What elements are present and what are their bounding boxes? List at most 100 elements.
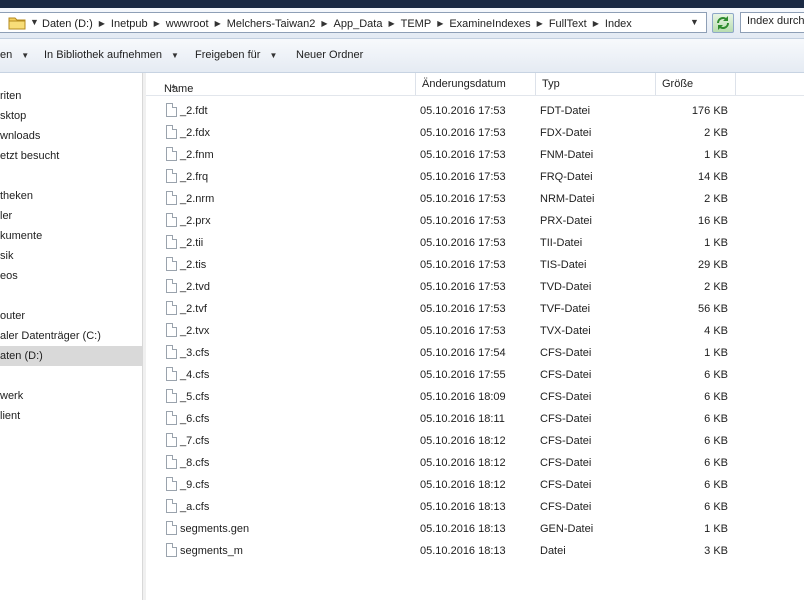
breadcrumb-separator-arrow-icon[interactable]: ▶ (593, 19, 599, 28)
breadcrumb-item[interactable]: Daten (D:) (42, 18, 93, 30)
nav-item[interactable]: eos (0, 266, 142, 286)
file-date: 05.10.2016 18:12 (420, 457, 506, 469)
file-row[interactable]: _8.cfs 05.10.2016 18:12 CFS-Datei 6 KB (146, 453, 804, 475)
column-header-name[interactable]: Name ▲ (152, 73, 416, 95)
file-icon (166, 455, 177, 469)
breadcrumb-item[interactable]: Melchers-Taiwan2 (227, 18, 316, 30)
breadcrumb-item[interactable]: App_Data (334, 18, 383, 30)
breadcrumb-item[interactable]: Index (605, 18, 632, 30)
new-folder-button[interactable]: Neuer Ordner (296, 49, 363, 61)
breadcrumb-item[interactable]: TEMP (401, 18, 432, 30)
file-row[interactable]: _2.nrm 05.10.2016 17:53 NRM-Datei 2 KB (146, 189, 804, 211)
file-icon (166, 169, 177, 183)
breadcrumb-separator-arrow-icon[interactable]: ▶ (437, 19, 443, 28)
nav-item[interactable]: sktop (0, 106, 142, 126)
file-date: 05.10.2016 17:53 (420, 303, 506, 315)
nav-item[interactable]: riten (0, 86, 142, 106)
refresh-icon (717, 16, 729, 30)
file-type: FNM-Datei (540, 149, 594, 161)
file-row[interactable]: _3.cfs 05.10.2016 17:54 CFS-Datei 1 KB (146, 343, 804, 365)
navigation-pane: riten sktop wnloads etzt besucht theken ler ku… (0, 73, 143, 600)
breadcrumb-separator-arrow-icon[interactable]: ▶ (321, 19, 327, 28)
refresh-button[interactable] (712, 13, 734, 33)
organize-button[interactable]: en ▼ (0, 49, 29, 61)
file-row[interactable]: _2.fdt 05.10.2016 17:53 FDT-Datei 176 KB (146, 101, 804, 123)
file-row[interactable]: _2.tvd 05.10.2016 17:53 TVD-Datei 2 KB (146, 277, 804, 299)
nav-item-label: aler Datenträger (C:) (0, 330, 101, 342)
file-row[interactable]: segments.gen 05.10.2016 18:13 GEN-Datei 1 K… (146, 519, 804, 541)
file-name: _2.tvf (180, 303, 207, 315)
breadcrumb-separator-arrow-icon[interactable]: ▶ (215, 19, 221, 28)
nav-item[interactable]: theken (0, 186, 142, 206)
column-header-date[interactable]: Änderungsdatum (416, 73, 536, 95)
breadcrumb-separator-arrow-icon[interactable]: ▶ (537, 19, 543, 28)
file-row[interactable]: _4.cfs 05.10.2016 17:55 CFS-Datei 6 KB (146, 365, 804, 387)
nav-item[interactable]: wnloads (0, 126, 142, 146)
file-date: 05.10.2016 17:53 (420, 105, 506, 117)
file-size: 4 KB (704, 325, 728, 337)
file-name: _a.cfs (180, 501, 210, 513)
nav-item[interactable]: etzt besucht (0, 146, 142, 166)
file-row[interactable]: _6.cfs 05.10.2016 18:11 CFS-Datei 6 KB (146, 409, 804, 431)
share-with-button[interactable]: Freigeben für ▼ (195, 49, 277, 61)
file-row[interactable]: _5.cfs 05.10.2016 18:09 CFS-Datei 6 KB (146, 387, 804, 409)
window-top-strip (0, 0, 804, 8)
file-row[interactable]: _2.fnm 05.10.2016 17:53 FNM-Datei 1 KB (146, 145, 804, 167)
breadcrumb-item[interactable]: ExamineIndexes (449, 18, 530, 30)
nav-item[interactable]: sik (0, 246, 142, 266)
file-row[interactable]: _2.fdx 05.10.2016 17:53 FDX-Datei 2 KB (146, 123, 804, 145)
nav-item[interactable]: kumente (0, 226, 142, 246)
nav-item[interactable]: aten (D:) (0, 346, 142, 366)
address-field[interactable]: ▼ Daten (D:) ▶ Inetpub ▶ wwwroot ▶ Melchers-Ta… (0, 12, 707, 33)
file-row[interactable]: _2.tvx 05.10.2016 17:53 TVX-Datei 4 KB (146, 321, 804, 343)
file-name: _2.fdx (180, 127, 210, 139)
file-type: TII-Datei (540, 237, 583, 249)
file-type: TVF-Datei (540, 303, 591, 315)
search-input[interactable]: Index durchsuchen (740, 12, 804, 33)
breadcrumb-item[interactable]: Inetpub (111, 18, 148, 30)
file-type: CFS-Datei (540, 413, 592, 425)
file-icon (166, 477, 177, 491)
file-size: 6 KB (704, 369, 728, 381)
file-type: CFS-Datei (540, 369, 592, 381)
file-name: _2.prx (180, 215, 211, 227)
breadcrumb-separator-arrow-icon[interactable]: ▶ (99, 19, 105, 28)
file-row[interactable]: _7.cfs 05.10.2016 18:12 CFS-Datei 6 KB (146, 431, 804, 453)
breadcrumb-separator-arrow-icon[interactable]: ▶ (388, 19, 394, 28)
file-name: _2.tii (180, 237, 204, 249)
file-row[interactable]: _a.cfs 05.10.2016 18:13 CFS-Datei 6 KB (146, 497, 804, 519)
file-type: TVD-Datei (540, 281, 592, 293)
nav-item[interactable]: aler Datenträger (C:) (0, 326, 142, 346)
include-in-library-button[interactable]: In Bibliothek aufnehmen ▼ (44, 49, 179, 61)
file-row[interactable]: _9.cfs 05.10.2016 18:12 CFS-Datei 6 KB (146, 475, 804, 497)
file-row[interactable]: _2.prx 05.10.2016 17:53 PRX-Datei 16 KB (146, 211, 804, 233)
file-row[interactable]: _2.tii 05.10.2016 17:53 TII-Datei 1 KB (146, 233, 804, 255)
file-row[interactable]: _2.tvf 05.10.2016 17:53 TVF-Datei 56 KB (146, 299, 804, 321)
nav-item[interactable]: werk (0, 386, 142, 406)
address-history-dropdown-icon[interactable]: ▼ (690, 17, 699, 27)
file-row[interactable]: _2.frq 05.10.2016 17:53 FRQ-Datei 14 KB (146, 167, 804, 189)
nav-item[interactable]: lient (0, 406, 142, 426)
nav-item[interactable]: outer (0, 306, 142, 326)
column-header-size-label: Größe (662, 78, 694, 90)
file-type: CFS-Datei (540, 457, 592, 469)
breadcrumb-item[interactable]: wwwroot (166, 18, 209, 30)
file-icon (166, 323, 177, 337)
file-row[interactable]: segments_m 05.10.2016 18:13 Datei 3 KB (146, 541, 804, 563)
file-date: 05.10.2016 17:53 (420, 171, 506, 183)
breadcrumb-item[interactable]: FullText (549, 18, 587, 30)
breadcrumb-separator-arrow-icon[interactable]: ▶ (154, 19, 160, 28)
file-size: 6 KB (704, 391, 728, 403)
breadcrumb-overflow-arrow-icon[interactable]: ▼ (30, 17, 39, 27)
file-icon (166, 103, 177, 117)
column-header-type[interactable]: Typ (536, 73, 656, 95)
column-header-date-label: Änderungsdatum (422, 78, 506, 90)
file-size: 6 KB (704, 479, 728, 491)
file-name: segments.gen (180, 523, 250, 535)
column-header-size[interactable]: Größe (656, 73, 736, 95)
nav-item[interactable]: ler (0, 206, 142, 226)
file-row[interactable]: _2.tis 05.10.2016 17:53 TIS-Datei 29 KB (146, 255, 804, 277)
file-name: _4.cfs (180, 369, 210, 381)
file-type: Datei (540, 545, 566, 557)
file-date: 05.10.2016 18:11 (420, 413, 505, 425)
